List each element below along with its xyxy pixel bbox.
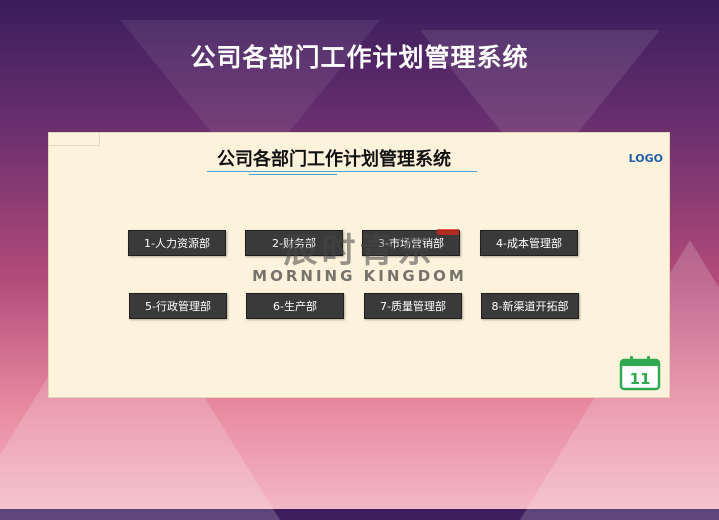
dept-button-marketing[interactable]: 3-市场营销部 [362,230,460,256]
dept-button-hr[interactable]: 1-人力资源部 [128,230,226,256]
dept-button-admin[interactable]: 5-行政管理部 [129,293,227,319]
sheet-title: 公司各部门工作计划管理系统 [217,149,451,170]
slide-title: 公司各部门工作计划管理系统 [190,43,529,72]
selected-cell[interactable] [49,133,100,146]
title-underline [207,171,477,172]
dept-button-finance[interactable]: 2-财务部 [245,230,343,256]
dept-button-production[interactable]: 6-生产部 [246,293,344,319]
title-underline-short [249,174,337,175]
dept-button-new-channel[interactable]: 8-新渠道开拓部 [481,293,579,319]
spreadsheet-panel: 公司各部门工作计划管理系统 LOGO 1-人力资源部 2-财务部 3-市场营销部… [48,132,670,398]
dept-button-cost[interactable]: 4-成本管理部 [480,230,578,256]
watermark-english: MORNING KINGDOM [252,267,467,285]
logo: LOGO [628,152,663,165]
dept-button-quality[interactable]: 7-质量管理部 [364,293,462,319]
calendar-icon[interactable]: 11 [619,355,661,391]
calendar-day: 11 [630,370,651,388]
